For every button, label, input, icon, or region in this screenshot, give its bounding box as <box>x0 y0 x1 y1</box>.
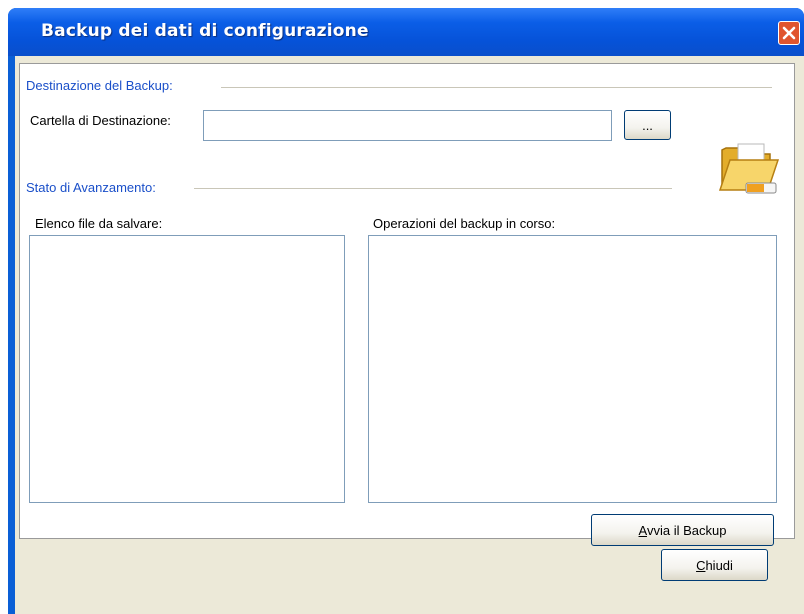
window-title: Backup dei dati di configurazione <box>41 21 369 41</box>
browse-button[interactable]: ... <box>624 110 671 140</box>
close-button-label: Chiudi <box>696 557 733 573</box>
start-backup-label: Avvia il Backup <box>638 522 727 538</box>
destination-folder-input[interactable] <box>203 110 612 141</box>
files-to-save-list[interactable] <box>29 235 345 503</box>
progress-section-label: Stato di Avanzamento: <box>26 180 162 195</box>
folder-label: Cartella di Destinazione: <box>30 113 171 128</box>
browse-button-label: ... <box>642 117 653 133</box>
main-panel: Destinazione del Backup: Cartella di Des… <box>19 63 795 546</box>
destination-divider <box>221 87 772 88</box>
operations-list-label: Operazioni del backup in corso: <box>373 216 556 231</box>
dialog-body: Destinazione del Backup: Cartella di Des… <box>15 56 804 614</box>
title-bar[interactable]: Backup dei dati di configurazione <box>8 8 804 56</box>
close-window-button[interactable] <box>778 21 800 45</box>
folder-icon <box>718 143 780 194</box>
destination-section-label: Destinazione del Backup: <box>26 78 179 93</box>
start-backup-button[interactable]: Avvia il Backup <box>591 514 774 546</box>
close-button[interactable]: Chiudi <box>661 549 768 581</box>
close-icon <box>782 26 796 40</box>
files-list-label: Elenco file da salvare: <box>35 216 163 231</box>
backup-operations-list[interactable] <box>368 235 777 503</box>
progress-divider <box>194 188 672 189</box>
backup-dialog-window: Backup dei dati di configurazione Destin… <box>8 8 804 614</box>
